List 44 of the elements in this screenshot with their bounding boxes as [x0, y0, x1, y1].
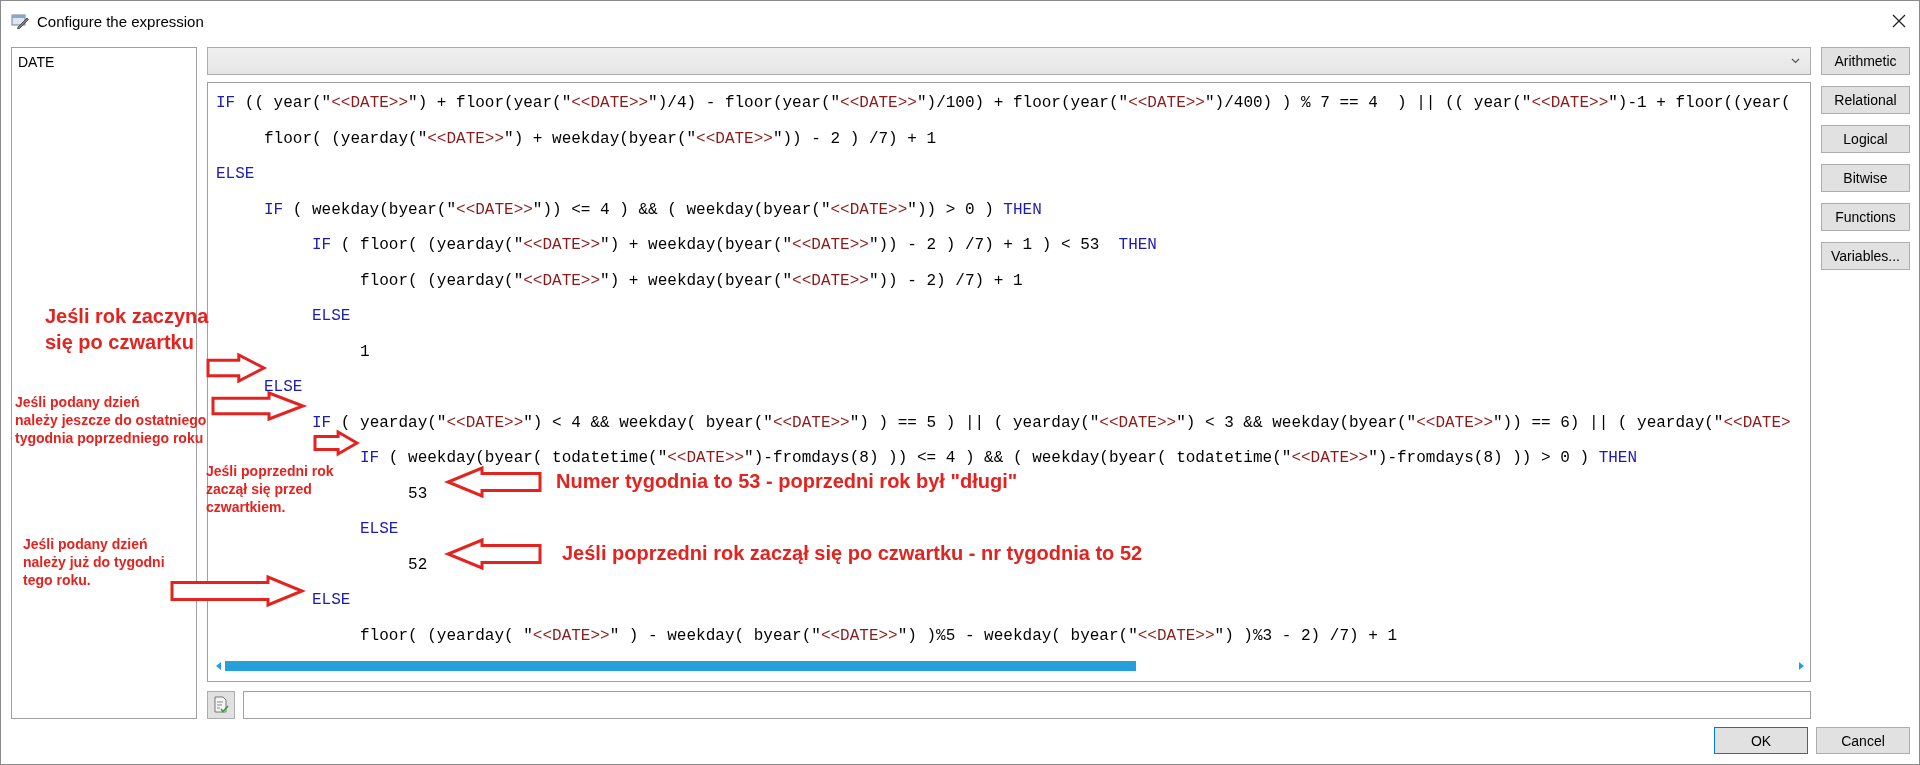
validate-button[interactable]	[207, 691, 235, 719]
code-line: IF ( floor( (yearday("<<DATE>>") + weekday(byear("<<DATE>>")) - 2 ) /7) + 1 ) < 53 THEN	[312, 235, 1157, 256]
code-line: 52	[408, 554, 428, 576]
annotation-note: Jeśli podany dzień należy już do tygodni tego roku.	[23, 535, 165, 590]
scrollbar-thumb[interactable]	[225, 661, 1136, 671]
annotation-note: Jeśli poprzedni rok zaczął się po czwartku - nr tygodnia to 52	[562, 541, 1143, 566]
code-line: 53	[408, 483, 428, 505]
code-editor[interactable]	[207, 82, 1811, 682]
scroll-right-icon[interactable]	[1799, 662, 1804, 670]
scroll-left-icon[interactable]	[216, 662, 221, 670]
callout-arrow	[313, 429, 360, 457]
code-line: ELSE	[216, 164, 255, 185]
code-line: floor( (yearday("<<DATE>>") + weekday(byear("<<DATE>>")) - 2 ) /7) + 1	[264, 128, 937, 150]
operator-button[interactable]: Variables...	[1821, 242, 1910, 270]
code-line: ELSE	[312, 590, 351, 611]
code-line: IF ( yearday("<<DATE>>") < 4 && weekday( byear("<<DATE>>") ) == 5 ) || ( yearday("<<DATE>>") < 3 && weekday(byear("<<DATE>>")) == 6) || ( yearday("<<DATE>	[312, 412, 1791, 434]
code-line: IF ( weekday(byear( todatetime("<<DATE>>")-fromdays(8) )) <= 4 ) && ( weekday(byear( todatetime("<<DATE>>")-fromdays(8) )) > 0 ) THEN	[360, 448, 1638, 469]
variable-item[interactable]: DATE	[16, 54, 57, 70]
code-line: ELSE	[264, 377, 303, 398]
operator-button[interactable]: Functions	[1821, 203, 1910, 231]
dialog-button[interactable]: OK	[1714, 727, 1808, 754]
expression-input[interactable]	[243, 691, 1811, 719]
close-icon[interactable]	[1891, 13, 1907, 29]
document-check-icon	[213, 696, 229, 714]
annotation-note: Numer tygodnia to 53 - poprzedni rok był "długi"	[556, 469, 1018, 494]
operator-button[interactable]: Bitwise	[1821, 164, 1910, 192]
annotation-note: Jeśli podany dzień należy jeszcze do ostatniego tygodnia poprzedniego roku	[15, 393, 207, 448]
code-line: ELSE	[312, 306, 351, 327]
dropdown-field[interactable]	[207, 47, 1811, 75]
code-line: ELSE	[360, 519, 399, 540]
window-title: Configure the expression	[37, 12, 205, 30]
code-line: IF ( weekday(byear("<<DATE>>")) <= 4 ) && ( weekday(byear("<<DATE>>")) > 0 ) THEN	[264, 199, 1042, 221]
chevron-icon	[1791, 58, 1800, 64]
window-icon	[11, 13, 29, 29]
code-line: floor( (yearday("<<DATE>>") + weekday(byear("<<DATE>>")) - 2) /7) + 1	[360, 270, 1023, 292]
annotation-note: Jeśli poprzedni rok zaczął się przed czwartkiem.	[206, 462, 334, 517]
annotation-note: Jeśli rok zaczyna się po czwartku	[45, 304, 209, 355]
operator-button[interactable]: Logical	[1821, 125, 1910, 153]
code-line: floor( (yearday( "<<DATE>>" ) - weekday( byear("<<DATE>>") )%5 - weekday( byear("<<DATE>>") )%3 - 2) /7) + 1	[360, 625, 1397, 647]
dialog-button[interactable]: Cancel	[1816, 727, 1910, 754]
code-line: IF (( year("<<DATE>>") + floor(year("<<DATE>>")/4) - floor(year("<<DATE>>")/100) + floor(year("<<DATE>>")/400) ) % 7 == 4 ) || (( year("<<DATE>>")-1 + floor((year(	[216, 93, 1791, 114]
operator-button[interactable]: Arithmetic	[1821, 47, 1910, 75]
operator-button[interactable]: Relational	[1821, 86, 1910, 114]
code-line: 1	[360, 341, 370, 363]
